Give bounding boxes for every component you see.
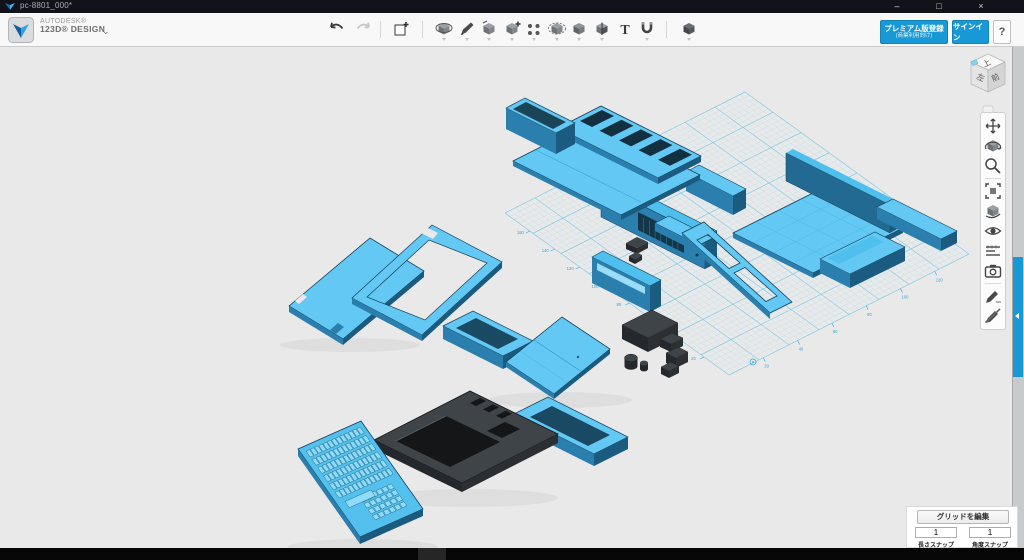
close-button[interactable]: × xyxy=(968,0,994,13)
grid-tick-label: 100 xyxy=(901,295,909,300)
angle-snap-input[interactable] xyxy=(969,527,1011,538)
rail-separator xyxy=(985,178,1001,179)
toolbar-separator xyxy=(666,21,667,38)
svg-text:T: T xyxy=(620,23,630,38)
material-icon[interactable] xyxy=(678,17,700,41)
grid-tick-label: 20 xyxy=(764,364,769,369)
view-cube[interactable]: 上左前 xyxy=(958,50,1018,120)
title-bar: pc-8801_000* – □ × xyxy=(0,0,1024,13)
rail-separator xyxy=(985,283,1001,284)
grid-snap-panel: グリッドを編集 長さスナップ 角度スナップ xyxy=(906,506,1018,548)
app-logo-icon[interactable] xyxy=(8,17,34,43)
premium-sublabel: (商業利用向け) xyxy=(896,33,933,39)
grid-tick-label: 120 xyxy=(936,277,944,282)
help-button[interactable]: ? xyxy=(993,20,1011,44)
screenshot-icon[interactable] xyxy=(983,261,1003,281)
fit-view-icon[interactable] xyxy=(983,181,1003,201)
sketch-icon[interactable] xyxy=(456,17,478,41)
units-icon[interactable] xyxy=(983,241,1003,261)
model-scene: 1601401201008060402020406080100120 xyxy=(0,47,1024,548)
knob[interactable] xyxy=(625,354,649,371)
sign-in-button[interactable]: サインイン xyxy=(952,20,989,44)
redo-icon[interactable] xyxy=(352,17,374,41)
grid-tick-label: 120 xyxy=(567,266,575,271)
grid-tick-label: 160 xyxy=(517,230,525,235)
construct-plus-icon[interactable] xyxy=(501,17,523,41)
show-sketches-icon[interactable] xyxy=(983,286,1003,306)
dropdown-caret-icon xyxy=(555,38,559,41)
grid-tick-label: 80 xyxy=(867,312,872,317)
pan-icon[interactable] xyxy=(983,116,1003,136)
dropdown-caret-icon xyxy=(577,38,581,41)
center-plate[interactable] xyxy=(506,317,610,399)
pattern-icon[interactable] xyxy=(523,17,545,41)
navigation-rail xyxy=(980,112,1006,330)
document-title: pc-8801_000* xyxy=(20,1,72,10)
snap-icon[interactable] xyxy=(636,17,658,41)
viewport-canvas[interactable]: 1601401201008060402020406080100120 上左前 グ… xyxy=(0,47,1024,548)
undo-icon[interactable] xyxy=(326,17,348,41)
dropdown-caret-icon xyxy=(687,38,691,41)
main-toolbar: AUTODESK® 123D® DESIGN ⌄ T プレミアム版登録 (商業利… xyxy=(0,13,1024,47)
dropdown-caret-icon xyxy=(487,38,491,41)
grouping-icon[interactable] xyxy=(546,17,568,41)
app-logo-small-icon xyxy=(5,2,15,11)
maximize-button[interactable]: □ xyxy=(926,0,952,13)
edit-grid-button[interactable]: グリッドを編集 xyxy=(917,510,1009,524)
dropdown-caret-icon xyxy=(465,38,469,41)
dropdown-caret-icon xyxy=(645,38,649,41)
length-snap-input[interactable] xyxy=(915,527,957,538)
toolbar-separator xyxy=(422,21,423,38)
panel-collapse-tab[interactable] xyxy=(1013,257,1023,377)
grid-tick-label: 40 xyxy=(799,346,804,351)
split-icon[interactable] xyxy=(591,17,613,41)
dropdown-caret-icon xyxy=(600,38,604,41)
premium-register-button[interactable]: プレミアム版登録 (商業利用向け) xyxy=(880,20,948,44)
grid-tick-label: 60 xyxy=(833,329,838,334)
dropdown-caret-icon xyxy=(510,38,514,41)
transform-icon[interactable] xyxy=(433,17,455,41)
grid-tick-label: 140 xyxy=(542,248,550,253)
dropdown-caret-icon xyxy=(442,38,446,41)
side-panel-small[interactable] xyxy=(506,98,575,154)
toolbar-separator xyxy=(380,21,381,38)
arrow-left-icon xyxy=(1015,313,1019,319)
brand-line2: 123D® DESIGN xyxy=(40,25,105,34)
construct-icon[interactable] xyxy=(478,17,500,41)
chevron-down-icon[interactable]: ⌄ xyxy=(102,26,110,37)
front-slim-panel[interactable] xyxy=(592,251,661,312)
app-window: pc-8801_000* – □ × AUTODESK® 123D® DESIG… xyxy=(0,0,1024,560)
combine-icon[interactable] xyxy=(568,17,590,41)
minimize-button[interactable]: – xyxy=(884,0,910,13)
shading-icon[interactable] xyxy=(983,201,1003,221)
bottom-strip xyxy=(0,548,1024,560)
dropdown-caret-icon xyxy=(532,38,536,41)
brand-text: AUTODESK® 123D® DESIGN xyxy=(40,18,105,34)
grid-tick-label: 20 xyxy=(691,356,696,361)
hide-sketches-icon[interactable] xyxy=(983,306,1003,326)
insert-icon[interactable] xyxy=(390,17,412,41)
text-icon[interactable]: T xyxy=(614,17,636,41)
visibility-icon[interactable] xyxy=(983,221,1003,241)
zoom-icon[interactable] xyxy=(983,156,1003,176)
bottom-strip-segment xyxy=(418,548,446,560)
grid-tick-label: 80 xyxy=(616,302,621,307)
orbit-icon[interactable] xyxy=(983,136,1003,156)
